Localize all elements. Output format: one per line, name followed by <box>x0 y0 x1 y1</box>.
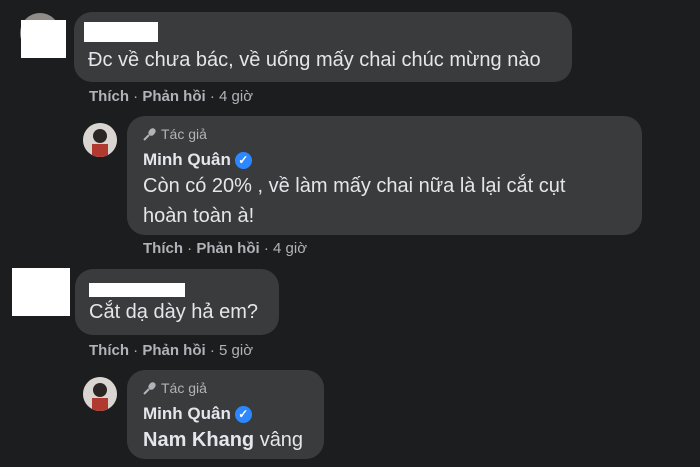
comment-text-line: hoàn toàn à! <box>143 205 255 227</box>
comment-text: Còn có 20% , về làm mấy chai nữa là lại … <box>143 171 565 231</box>
mention-link[interactable]: Nam Khang <box>143 429 254 451</box>
comment-actions: Thích · Phản hồi · 5 giờ <box>89 342 253 359</box>
author-name[interactable]: Minh Quân <box>143 404 231 423</box>
comment-author[interactable]: Minh Quân ✓ <box>143 404 252 424</box>
like-link[interactable]: Thích <box>143 240 183 257</box>
comment-bubble: Cắt dạ dày hả em? <box>75 269 279 335</box>
person-photo-icon <box>83 123 117 157</box>
like-link[interactable]: Thích <box>89 342 129 359</box>
reply-bubble: Tác giả Minh Quân ✓ Nam Khang vâng <box>127 370 324 459</box>
comment-text: Cắt dạ dày hả em? <box>89 301 258 323</box>
redacted-name <box>89 283 185 297</box>
verified-badge-icon: ✓ <box>234 152 252 170</box>
comment-actions: Thích · Phản hồi · 4 giờ <box>143 240 307 257</box>
microphone-icon <box>143 382 156 395</box>
separator: · <box>187 240 193 257</box>
timestamp[interactable]: 4 giờ <box>219 88 253 105</box>
reply-link[interactable]: Phản hồi <box>142 342 205 359</box>
author-name[interactable]: Minh Quân <box>143 150 231 169</box>
comment-author[interactable]: Minh Quân ✓ <box>143 150 252 170</box>
timestamp[interactable]: 4 giờ <box>273 240 307 257</box>
redacted-name <box>84 22 158 42</box>
separator: · <box>209 88 215 105</box>
comment-bubble: Đc về chưa bác, về uống mấy chai chúc mừ… <box>74 12 572 82</box>
author-badge-label: Tác giả <box>161 126 207 142</box>
separator: · <box>133 88 139 105</box>
redacted-avatar <box>12 268 70 316</box>
comment-text-line: Còn có 20% , về làm mấy chai nữa là lại … <box>143 175 566 197</box>
comment-text-body: vâng <box>259 429 304 451</box>
reply-link[interactable]: Phản hồi <box>196 240 259 257</box>
separator: · <box>209 342 215 359</box>
comment-text: Nam Khang vâng <box>143 425 303 455</box>
author-badge: Tác giả <box>143 126 207 142</box>
comment-actions: Thích · Phản hồi · 4 giờ <box>89 88 253 105</box>
like-link[interactable]: Thích <box>89 88 129 105</box>
comment-text: Đc về chưa bác, về uống mấy chai chúc mừ… <box>88 49 541 71</box>
author-badge: Tác giả <box>143 380 207 396</box>
redacted-avatar <box>21 20 66 58</box>
timestamp[interactable]: 5 giờ <box>219 342 253 359</box>
separator: · <box>133 342 139 359</box>
person-photo-icon <box>83 377 117 411</box>
author-badge-label: Tác giả <box>161 380 207 396</box>
avatar[interactable] <box>83 123 117 157</box>
reply-bubble: Tác giả Minh Quân ✓ Còn có 20% , về làm m… <box>127 116 642 235</box>
separator: · <box>263 240 269 257</box>
microphone-icon <box>143 128 156 141</box>
verified-badge-icon: ✓ <box>234 406 252 424</box>
avatar[interactable] <box>83 377 117 411</box>
reply-link[interactable]: Phản hồi <box>142 88 205 105</box>
